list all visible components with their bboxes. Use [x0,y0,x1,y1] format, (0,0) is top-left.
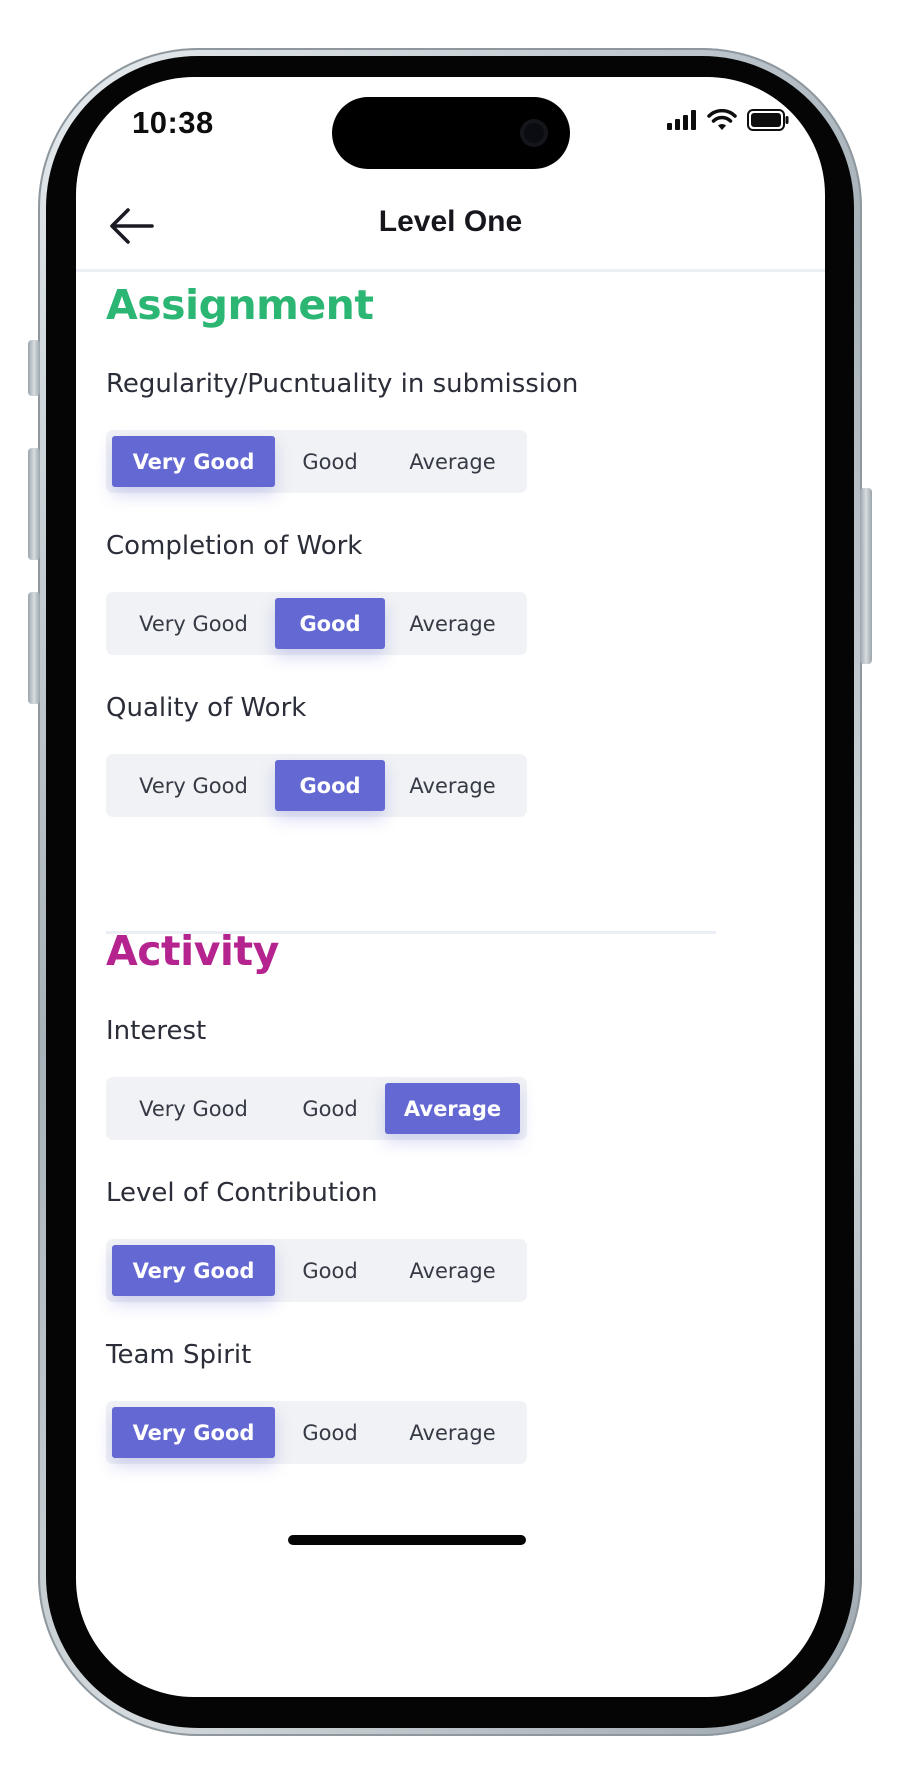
option-very-good[interactable]: Very Good [112,1245,275,1296]
battery-icon [747,109,789,131]
camera-icon [520,119,548,147]
question-label: Level of Contribution [106,1178,378,1208]
option-average[interactable]: Average [385,1083,520,1134]
status-icons [667,109,789,131]
option-good[interactable]: Good [275,1245,385,1296]
question-label: Regularity/Pucntuality in submission [106,369,579,399]
rating-selector: Very Good Good Average [106,1077,527,1140]
power-button [860,488,872,664]
action-button [28,340,40,396]
page-title: Level One [378,205,523,238]
option-very-good[interactable]: Very Good [112,598,275,649]
volume-down-button [28,592,40,704]
option-average[interactable]: Average [385,436,520,487]
home-indicator[interactable] [288,1535,526,1545]
question-label: Interest [106,1016,207,1046]
option-good[interactable]: Good [275,760,385,811]
option-average[interactable]: Average [385,1245,520,1296]
option-good[interactable]: Good [275,598,385,649]
app-screen: 10:38 Level One Assignment Regularity/Pu… [76,77,825,1697]
section-title-assignment: Assignment [106,281,374,329]
option-very-good[interactable]: Very Good [112,436,275,487]
option-very-good[interactable]: Very Good [112,760,275,811]
signal-icon [667,110,696,130]
rating-selector: Very Good Good Average [106,1401,527,1464]
option-average[interactable]: Average [385,1407,520,1458]
device-mockup: 10:38 Level One Assignment Regularity/Pu… [0,0,900,1773]
rating-selector: Very Good Good Average [106,430,527,493]
question-label: Quality of Work [106,693,307,723]
option-very-good[interactable]: Very Good [112,1407,275,1458]
option-average[interactable]: Average [385,598,520,649]
option-good[interactable]: Good [275,1407,385,1458]
rating-selector: Very Good Good Average [106,754,527,817]
wifi-icon [707,109,737,130]
section-title-activity: Activity [106,927,279,975]
option-very-good[interactable]: Very Good [112,1083,275,1134]
option-average[interactable]: Average [385,760,520,811]
rating-selector: Very Good Good Average [106,592,527,655]
option-good[interactable]: Good [275,1083,385,1134]
dynamic-island [332,97,570,169]
question-label: Completion of Work [106,531,363,561]
app-header: Level One [76,189,825,272]
status-time: 10:38 [132,105,214,140]
question-label: Team Spirit [106,1340,252,1370]
option-good[interactable]: Good [275,436,385,487]
rating-selector: Very Good Good Average [106,1239,527,1302]
volume-up-button [28,448,40,560]
